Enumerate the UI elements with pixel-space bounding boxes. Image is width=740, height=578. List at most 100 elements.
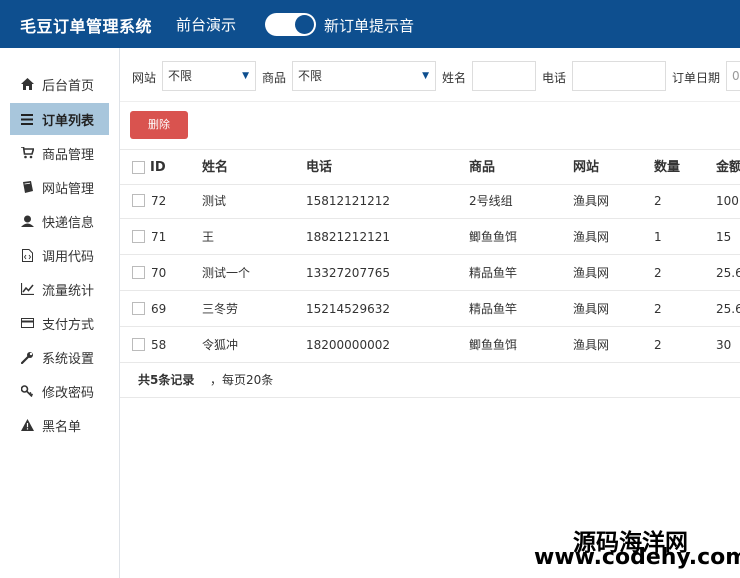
cell-name: 王 [202, 230, 215, 244]
cell-amount: 30 [716, 338, 732, 352]
table-row[interactable]: 70 测试一个 13327207765 精品鱼竿 渔具网 2 25.6 [120, 255, 740, 291]
sidebar: 后台首页 订单列表 商品管理 网站管理 快递信息 调用代码 流量统计 支付方式 … [0, 48, 120, 578]
site-select-value: 不限 [168, 69, 193, 83]
cell-quantity: 2 [654, 266, 662, 280]
chevron-down-icon: ▼ [242, 71, 249, 81]
cell-site: 渔具网 [573, 338, 610, 352]
top-header: 毛豆订单管理系统 前台演示 新订单提示音 [0, 0, 740, 48]
cell-amount: 15 [716, 230, 732, 244]
sidebar-item-home[interactable]: 后台首页 [10, 68, 109, 100]
site-filter-label: 网站 [132, 71, 157, 85]
cell-amount: 25.6 [716, 302, 740, 316]
cell-phone: 18821212121 [306, 230, 390, 244]
home-icon [20, 77, 34, 91]
notify-sound-toggle[interactable] [265, 13, 316, 36]
cell-quantity: 2 [654, 194, 662, 208]
column-header-id[interactable]: ID [150, 150, 166, 186]
column-header-phone[interactable]: 电话 [306, 150, 332, 186]
phone-input[interactable] [572, 61, 666, 91]
sidebar-item-orders[interactable]: 订单列表 [10, 103, 109, 135]
cell-product: 精品鱼竿 [469, 302, 518, 316]
product-filter-label: 商品 [262, 71, 287, 85]
site-select[interactable]: 不限 ▼ [162, 61, 256, 91]
notify-sound-label: 新订单提示音 [324, 17, 415, 35]
warning-icon [20, 418, 34, 432]
cell-product: 鲫鱼鱼饵 [469, 230, 518, 244]
sidebar-item-products[interactable]: 商品管理 [10, 137, 109, 169]
sidebar-item-label: 商品管理 [42, 147, 95, 163]
sidebar-item-code[interactable]: 调用代码 [10, 239, 109, 271]
table-row[interactable]: 71 王 18821212121 鲫鱼鱼饵 渔具网 1 15 [120, 219, 740, 255]
chevron-down-icon: ▼ [422, 71, 429, 81]
sidebar-item-password[interactable]: 修改密码 [10, 375, 109, 407]
cell-quantity: 2 [654, 338, 662, 352]
name-filter-label: 姓名 [442, 71, 467, 85]
sidebar-item-sites[interactable]: 网站管理 [10, 171, 109, 203]
cell-phone: 15812121212 [306, 194, 390, 208]
watermark-url: www.codehy.com [534, 545, 740, 570]
delete-button[interactable]: 删除 [130, 111, 188, 139]
wrench-icon [20, 350, 34, 364]
row-checkbox[interactable] [132, 338, 145, 351]
cell-product: 鲫鱼鱼饵 [469, 338, 518, 352]
row-checkbox[interactable] [132, 302, 145, 315]
sidebar-item-express[interactable]: 快递信息 [10, 205, 109, 237]
page-size-text: ，每页20条 [210, 373, 274, 387]
cell-name: 测试一个 [202, 266, 251, 280]
frontend-demo-link[interactable]: 前台演示 [176, 14, 236, 35]
sidebar-item-label: 修改密码 [42, 385, 95, 401]
toggle-knob [295, 15, 314, 34]
order-date-input[interactable]: 0 [726, 61, 740, 91]
column-header-name[interactable]: 姓名 [202, 150, 228, 186]
cell-amount: 25.6 [716, 266, 740, 280]
cell-phone: 13327207765 [306, 266, 390, 280]
product-select-value: 不限 [298, 69, 323, 83]
pagination-summary: 共5条记录 ，每页20条 [120, 362, 740, 398]
sidebar-item-label: 支付方式 [42, 317, 95, 333]
table-row[interactable]: 69 三冬劳 15214529632 精品鱼竿 渔具网 2 25.6 [120, 291, 740, 327]
cell-site: 渔具网 [573, 302, 610, 316]
sidebar-item-label: 后台首页 [42, 78, 95, 94]
cell-site: 渔具网 [573, 266, 610, 280]
filter-bar: 网站 不限 ▼ 商品 不限 ▼ 姓名 电话 订单日期 0 [120, 48, 740, 102]
row-checkbox[interactable] [132, 194, 145, 207]
sidebar-item-label: 流量统计 [42, 283, 95, 299]
product-select[interactable]: 不限 ▼ [292, 61, 436, 91]
name-input[interactable] [472, 61, 536, 91]
cell-product: 精品鱼竿 [469, 266, 518, 280]
sidebar-item-blacklist[interactable]: 黑名单 [10, 409, 109, 441]
cell-name: 三冬劳 [202, 302, 239, 316]
row-checkbox[interactable] [132, 230, 145, 243]
cell-product: 2号线组 [469, 194, 513, 208]
record-count: 共5条记录 [138, 373, 195, 387]
table-row[interactable]: 72 测试 15812121212 2号线组 渔具网 2 100 [120, 183, 740, 219]
sidebar-item-traffic[interactable]: 流量统计 [10, 273, 109, 305]
list-icon [20, 112, 34, 126]
cell-id: 69 [151, 302, 167, 316]
sidebar-item-label: 网站管理 [42, 181, 95, 197]
cell-site: 渔具网 [573, 230, 610, 244]
order-date-label: 订单日期 [672, 71, 721, 85]
cell-phone: 18200000002 [306, 338, 390, 352]
line-chart-icon [20, 282, 34, 296]
sidebar-item-payment[interactable]: 支付方式 [10, 307, 109, 339]
cell-phone: 15214529632 [306, 302, 390, 316]
column-header-quantity[interactable]: 数量 [654, 150, 680, 186]
column-header-amount[interactable]: 金额 [716, 150, 740, 186]
column-header-site[interactable]: 网站 [573, 150, 599, 186]
table-row[interactable]: 58 令狐冲 18200000002 鲫鱼鱼饵 渔具网 2 30 [120, 327, 740, 363]
cell-name: 测试 [202, 194, 227, 208]
app-title: 毛豆订单管理系统 [20, 17, 153, 36]
column-header-product[interactable]: 商品 [469, 150, 495, 186]
sidebar-item-label: 快递信息 [42, 215, 95, 231]
cell-quantity: 2 [654, 302, 662, 316]
cell-id: 70 [151, 266, 167, 280]
sidebar-item-label: 订单列表 [42, 113, 95, 129]
row-checkbox[interactable] [132, 266, 145, 279]
sidebar-item-label: 黑名单 [42, 419, 82, 435]
code-file-icon [20, 248, 34, 262]
sidebar-item-settings[interactable]: 系统设置 [10, 341, 109, 373]
table-header-row: ID 姓名 电话 商品 网站 数量 金额 [120, 149, 740, 185]
sidebar-item-label: 系统设置 [42, 351, 95, 367]
select-all-checkbox[interactable] [132, 161, 145, 174]
